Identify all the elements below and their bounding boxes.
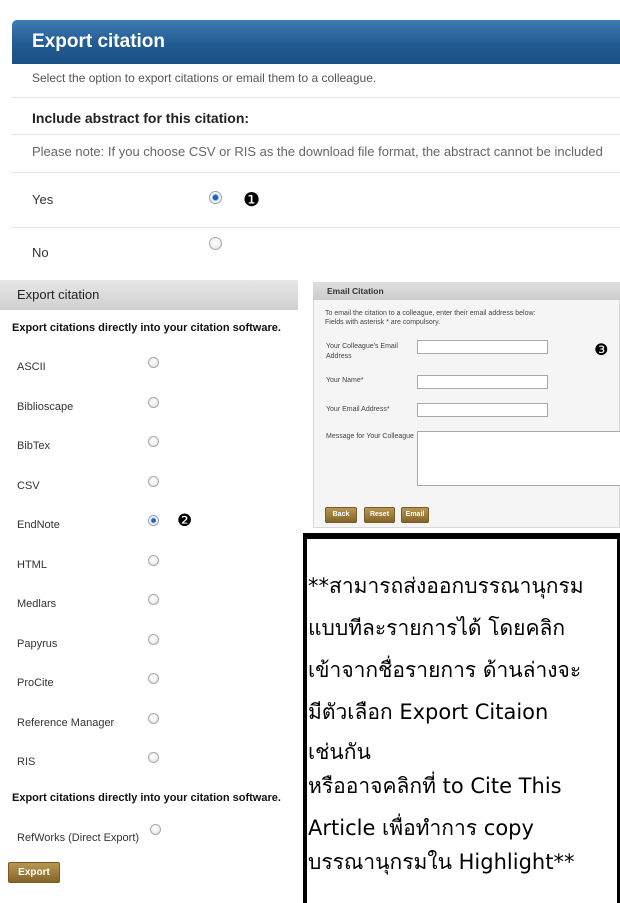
format-list: ASCII Biblioscape BibTex CSV EndNote ❷ H… [0,348,298,783]
format-option-endnote[interactable]: EndNote ❷ [0,506,298,546]
option-no-label: No [32,245,49,260]
format-radio[interactable] [148,357,159,368]
colleague-email-label: Your Colleague's Email Address [326,343,398,360]
step-2-marker: ❷ [177,511,193,531]
format-radio[interactable] [148,475,159,487]
abstract-no-radio[interactable] [209,237,222,250]
format-option-procite[interactable]: ProCite [0,664,298,704]
email-button[interactable]: Email [401,507,429,523]
abstract-heading: Include abstract for this citation: [32,110,250,126]
note-line: แบบทีละรายการได้ โดยคลิก [308,616,566,640]
format-label: BibTex [17,440,51,452]
export-button[interactable]: Export [8,862,60,883]
abstract-yes-radio[interactable] [209,191,222,204]
panel-title: Export citation [17,287,100,302]
panel-title: Email Citation [327,286,384,296]
your-name-label: Your Name* [326,377,364,384]
your-email-input[interactable] [417,403,548,417]
format-label: ProCite [17,677,54,689]
format-option-medlars[interactable]: Medlars [0,585,298,625]
format-option-ascii[interactable]: ASCII [0,348,298,388]
format-label: RIS [17,756,36,768]
format-option-html[interactable]: HTML [0,546,298,586]
option-yes-label: Yes [32,192,54,207]
reset-button[interactable]: Reset [364,507,395,523]
format-option-bibtex[interactable]: BibTex [0,427,298,467]
format-option-refworks[interactable]: RefWorks (Direct Export) [0,818,298,858]
format-radio[interactable] [148,396,159,408]
software-heading-2: Export citations directly into your cita… [12,792,281,804]
panel-header: Export citation [0,280,298,310]
format-radio[interactable] [148,436,159,447]
colleague-email-input[interactable] [417,340,548,354]
panel-header: Email Citation [313,282,620,300]
format-radio[interactable] [150,824,161,835]
abstract-note: Please note: If you choose CSV or RIS as… [32,144,603,159]
format-option-csv[interactable]: CSV [0,467,298,507]
your-email-label: Your Email Address* [326,406,390,413]
note-line: มีตัวเลือก Export Citaion [308,700,549,724]
format-label: EndNote [17,519,60,531]
email-citation-panel: Email Citation To email the citation to … [313,282,620,528]
note-line: หรืออาจคลิกที่ to Cite This [308,774,562,798]
export-options-panel: Export citation Select the option to exp… [12,20,620,275]
divider [12,172,620,173]
note-line: เช่นกัน [308,740,371,764]
step-3-marker: ❸ [594,340,609,359]
format-radio[interactable] [148,594,159,605]
format-option-biblioscape[interactable]: Biblioscape [0,388,298,428]
format-radio[interactable] [148,554,159,566]
panel-header: Export citation [12,20,620,64]
format-label: HTML [17,558,47,571]
format-label: Papyrus [17,637,58,650]
format-option-papyrus[interactable]: Papyrus [0,625,298,665]
required-fields-note: Fields with asterisk * are compulsory. [325,319,441,326]
message-textarea[interactable] [417,431,620,486]
divider [12,134,620,135]
back-button[interactable]: Back [325,507,357,523]
note-line: เข้าจากชื่อรายการ ด้านล่างจะ [308,658,582,682]
format-option-ris[interactable]: RIS [0,743,298,783]
format-radio[interactable] [148,712,159,724]
note-line: บรรณานุกรมใน Highlight** [308,850,575,874]
software-heading: Export citations directly into your cita… [12,322,281,334]
note-line: **สามารถส่งออกบรรณานุกรม [308,574,584,598]
your-name-input[interactable] [417,375,548,389]
panel-title: Export citation [32,31,166,52]
format-radio[interactable] [148,752,159,763]
format-label: RefWorks (Direct Export) [17,832,140,844]
format-label: CSV [17,479,40,492]
export-format-panel: Export citation Export citations directl… [0,275,298,903]
format-label: Biblioscape [17,400,74,413]
step-1-marker: ❶ [243,189,261,211]
note-line: Article เพื่อทำการ copy [308,816,534,840]
instructions-text: Select the option to export citations or… [32,71,377,85]
annotation-note-box: **สามารถส่งออกบรรณานุกรม แบบทีละรายการได… [303,533,620,903]
format-label: ASCII [17,361,46,373]
message-label: Message for Your Colleague [326,433,414,440]
divider [12,227,620,228]
format-option-reference-manager[interactable]: Reference Manager [0,704,298,744]
format-label: Reference Manager [17,716,115,729]
format-label: Medlars [17,598,57,610]
email-instructions: To email the citation to a colleague, en… [325,310,536,317]
format-radio[interactable] [148,515,159,526]
format-radio[interactable] [148,633,159,645]
divider [12,97,620,98]
format-radio[interactable] [148,673,159,684]
